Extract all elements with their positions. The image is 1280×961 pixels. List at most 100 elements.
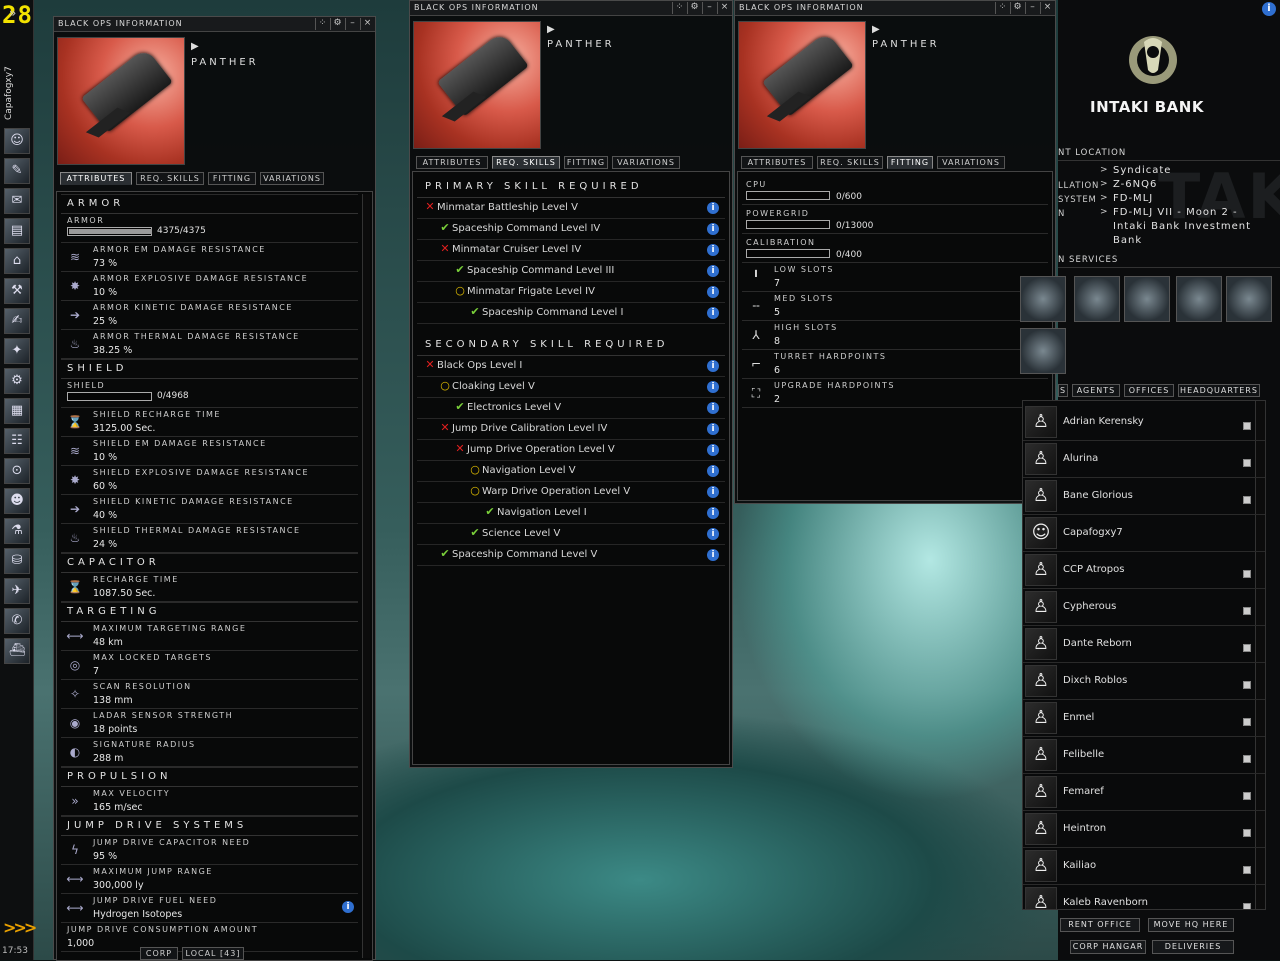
mail-icon[interactable]: ✉ <box>4 188 30 214</box>
journal-icon[interactable]: ✍ <box>4 308 30 334</box>
info-icon[interactable]: i <box>707 381 719 393</box>
info-icon[interactable]: i <box>707 528 719 540</box>
service-medical-icon[interactable] <box>1176 276 1222 322</box>
agent-name[interactable]: Bane Glorious <box>1063 490 1133 501</box>
window-titlebar[interactable]: BLACK OPS INFORMATION ⁘ ⚙ – × <box>410 1 732 16</box>
info-icon[interactable]: i <box>707 444 719 456</box>
info-icon[interactable]: i <box>707 360 719 372</box>
agent-row[interactable]: ♙ CCP Atropos <box>1023 552 1265 589</box>
skill-name[interactable]: Science Level V <box>482 528 560 539</box>
attributes-scrollbar[interactable] <box>362 194 370 958</box>
agent-row[interactable]: ♙ Bane Glorious <box>1023 478 1265 515</box>
tab-variations[interactable]: VARIATIONS <box>937 156 1005 169</box>
info-icon[interactable]: i <box>707 265 719 277</box>
agent-name[interactable]: Kailiao <box>1063 860 1096 871</box>
move-hq-button[interactable]: MOVE HQ HERE <box>1148 918 1234 932</box>
agent-menu-icon[interactable] <box>1243 792 1251 800</box>
skill-name[interactable]: Minmatar Cruiser Level IV <box>452 244 581 255</box>
skill-row[interactable]: ✔ Navigation Level I i <box>417 503 725 524</box>
skill-name[interactable]: Spaceship Command Level I <box>482 307 623 318</box>
agent-row[interactable]: ♙ Alurina <box>1023 441 1265 478</box>
location-system[interactable]: FD-MLJ <box>1113 193 1153 204</box>
agent-row[interactable]: ♙ Dixch Roblos <box>1023 663 1265 700</box>
tab-offices[interactable]: OFFICES <box>1124 384 1174 397</box>
location-station-line3[interactable]: Bank <box>1113 235 1142 246</box>
close-button[interactable]: × <box>360 18 374 30</box>
info-icon[interactable]: i <box>1262 2 1276 16</box>
info-icon[interactable]: i <box>707 423 719 435</box>
skill-row[interactable]: ✔ Electronics Level V i <box>417 398 725 419</box>
skill-row[interactable]: ✕ Black Ops Level I i <box>417 356 725 377</box>
tab-variations[interactable]: VARIATIONS <box>260 172 324 185</box>
service-fitting-icon[interactable] <box>1226 276 1272 322</box>
help-icon[interactable]: ⊙ <box>4 458 30 484</box>
skill-row[interactable]: ✕ Jump Drive Calibration Level IV i <box>417 419 725 440</box>
skill-name[interactable]: Spaceship Command Level III <box>467 265 614 276</box>
tab-variations[interactable]: VARIATIONS <box>612 156 680 169</box>
tab-agents[interactable]: AGENTS <box>1072 384 1120 397</box>
agent-name[interactable]: Felibelle <box>1063 749 1104 760</box>
skill-row[interactable]: ○ Navigation Level V i <box>417 461 725 482</box>
minimize-button[interactable]: – <box>345 18 359 30</box>
tab-attributes[interactable]: ATTRIBUTES <box>416 156 488 169</box>
skill-name[interactable]: Navigation Level I <box>497 507 587 518</box>
info-icon[interactable]: i <box>707 202 719 214</box>
agent-row[interactable]: ♙ Femaref <box>1023 774 1265 811</box>
skill-name[interactable]: Black Ops Level I <box>437 360 522 371</box>
skill-row[interactable]: ✔ Spaceship Command Level IV i <box>417 219 725 240</box>
ship-menu-icon[interactable]: ▶ <box>872 24 880 35</box>
minimize-button[interactable]: – <box>1025 2 1039 14</box>
settings-icon[interactable]: ⚙ <box>330 18 344 30</box>
agent-row[interactable]: ♙ Enmel <box>1023 700 1265 737</box>
pin-icon[interactable]: ⁘ <box>995 2 1009 14</box>
service-icon[interactable] <box>1020 328 1066 374</box>
agent-name[interactable]: Dante Reborn <box>1063 638 1132 649</box>
chevron-right-icon[interactable]: > <box>1100 165 1108 175</box>
skill-row[interactable]: ○ Warp Drive Operation Level V i <box>417 482 725 503</box>
skill-name[interactable]: Minmatar Frigate Level IV <box>467 286 595 297</box>
agent-menu-icon[interactable] <box>1243 681 1251 689</box>
close-button[interactable]: × <box>1040 2 1054 14</box>
info-icon[interactable]: i <box>707 465 719 477</box>
skill-row[interactable]: ✕ Jump Drive Operation Level V i <box>417 440 725 461</box>
agent-name[interactable]: Alurina <box>1063 453 1098 464</box>
chat-tab-corp[interactable]: CORP <box>140 947 178 960</box>
agent-name[interactable]: Dixch Roblos <box>1063 675 1127 686</box>
corporation-icon[interactable]: ☷ <box>4 428 30 454</box>
tab-req-skills[interactable]: REQ. SKILLS <box>817 156 883 169</box>
service-market-icon[interactable] <box>1074 276 1120 322</box>
skill-name[interactable]: Spaceship Command Level IV <box>452 223 600 234</box>
close-button[interactable]: × <box>717 2 731 14</box>
skill-name[interactable]: Jump Drive Operation Level V <box>467 444 615 455</box>
skill-row[interactable]: ✕ Minmatar Cruiser Level IV i <box>417 240 725 261</box>
agent-name[interactable]: Enmel <box>1063 712 1094 723</box>
agent-menu-icon[interactable] <box>1243 570 1251 578</box>
pin-icon[interactable]: ⁘ <box>672 2 686 14</box>
agent-menu-icon[interactable] <box>1243 755 1251 763</box>
notepad-icon[interactable]: ▤ <box>4 218 30 244</box>
pin-icon[interactable]: ⁘ <box>315 18 329 30</box>
agent-row[interactable]: ☺ Capafogxy7 <box>1023 515 1265 552</box>
skill-row[interactable]: ○ Cloaking Level V i <box>417 377 725 398</box>
tab-headquarters[interactable]: HEADQUARTERS <box>1178 384 1260 397</box>
agent-menu-icon[interactable] <box>1243 496 1251 504</box>
skill-name[interactable]: Spaceship Command Level V <box>452 549 597 560</box>
skill-row[interactable]: ✔ Spaceship Command Level III i <box>417 261 725 282</box>
skill-name[interactable]: Electronics Level V <box>467 402 561 413</box>
agent-name[interactable]: Heintron <box>1063 823 1106 834</box>
info-icon[interactable]: i <box>707 244 719 256</box>
agents-icon[interactable]: ✆ <box>4 608 30 634</box>
info-icon[interactable]: i <box>707 286 719 298</box>
pilot-name[interactable]: Capafogxy7 <box>4 66 14 120</box>
agent-name[interactable]: Kaleb Ravenborn <box>1063 897 1148 908</box>
skill-row[interactable]: ✔ Science Level V i <box>417 524 725 545</box>
chevron-right-icon[interactable]: > <box>1100 179 1108 189</box>
agent-row[interactable]: ♙ Heintron <box>1023 811 1265 848</box>
skill-name[interactable]: Jump Drive Calibration Level IV <box>452 423 607 434</box>
rent-office-button[interactable]: RENT OFFICE <box>1060 918 1140 932</box>
tab-attributes[interactable]: ATTRIBUTES <box>60 172 132 185</box>
people-icon[interactable]: ☻ <box>4 488 30 514</box>
agent-row[interactable]: ♙ Kailiao <box>1023 848 1265 885</box>
tab-attributes[interactable]: ATTRIBUTES <box>741 156 813 169</box>
ships-icon[interactable]: ⛴ <box>4 638 30 664</box>
